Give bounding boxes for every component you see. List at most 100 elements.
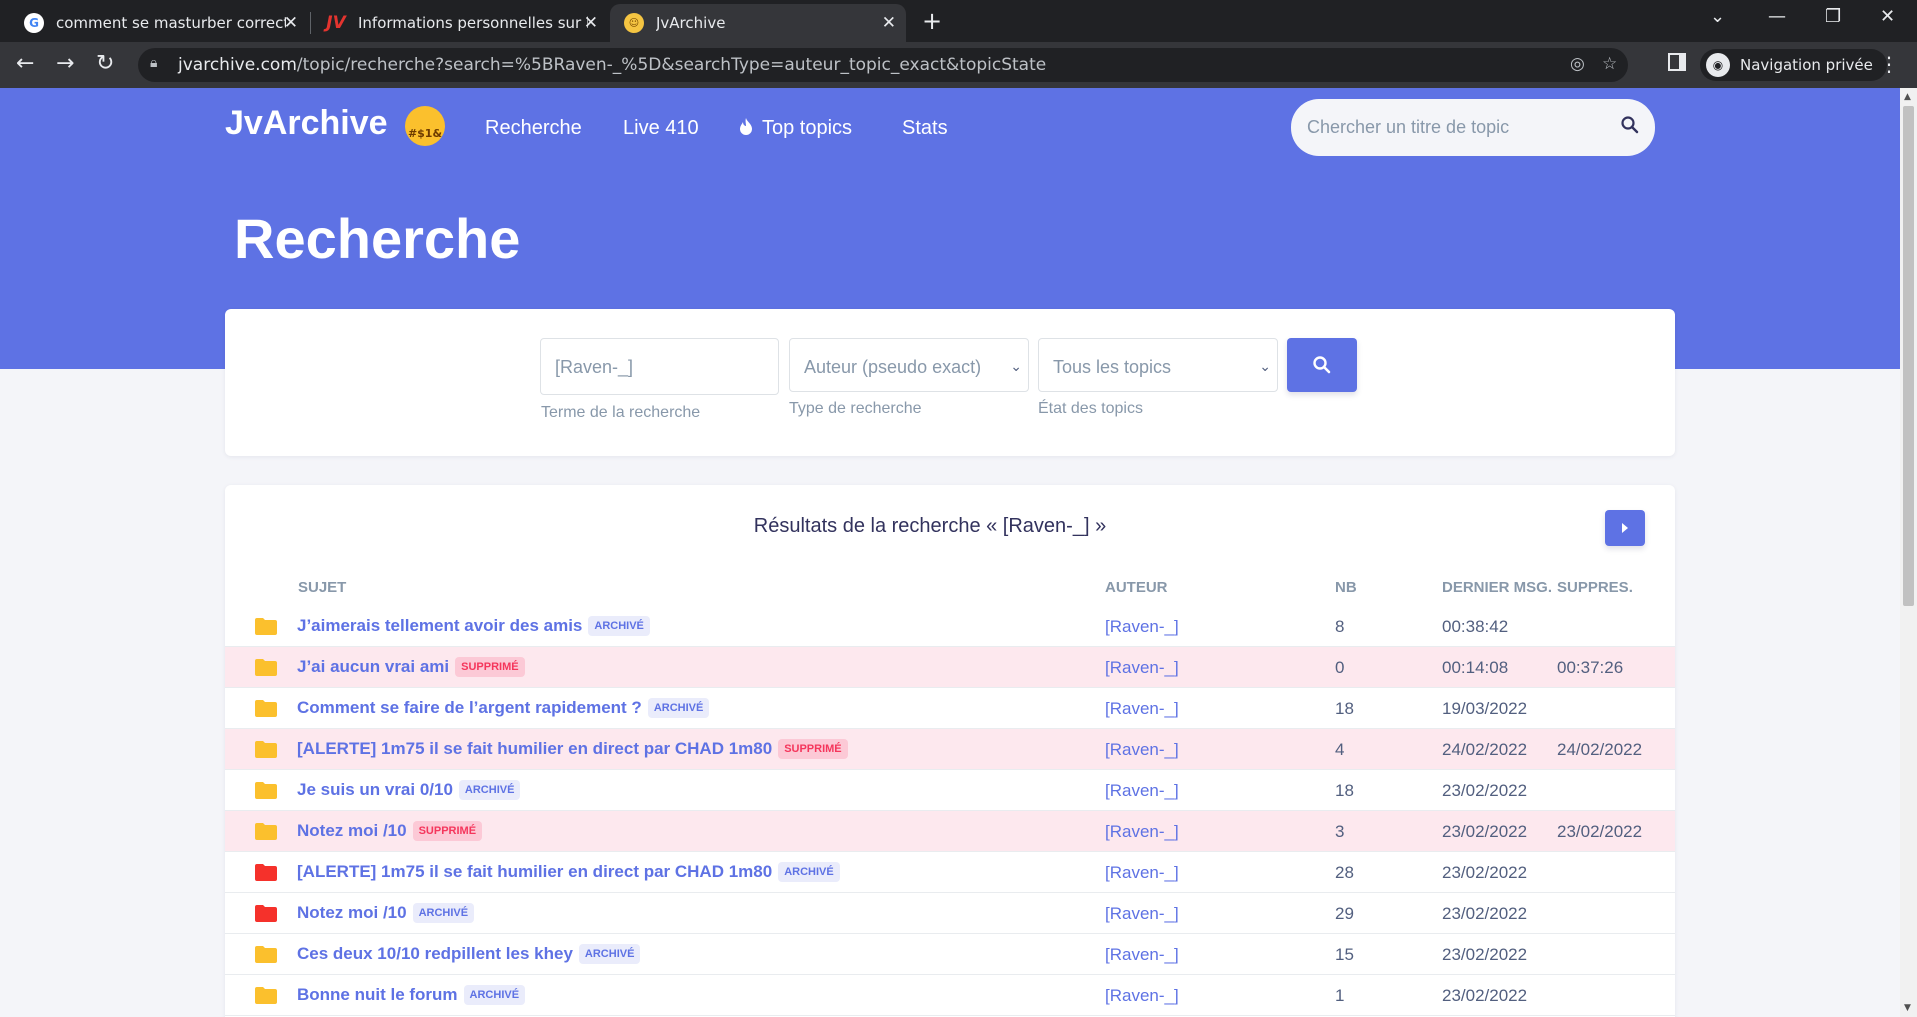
topic-title[interactable]: [ALERTE] 1m75 il se fait humilier en dir… [297,862,772,881]
author-link[interactable]: [Raven-_] [1105,863,1179,883]
author-link[interactable]: [Raven-_] [1105,740,1179,760]
url-text[interactable]: jvarchive.com/topic/recherche?search=%5B… [178,55,1046,75]
table-row[interactable]: Notez moi /10 SUPPRIMÉ [Raven-_] 3 23/02/202… [225,811,1675,852]
topic-link[interactable]: Ces deux 10/10 redpillent les khey ARCHIV… [297,944,641,964]
topic-state-select[interactable]: Tous les topics ⌄ [1038,338,1278,392]
nav-live[interactable]: Live 410 [623,117,699,140]
page-title: Recherche [234,207,521,270]
author-link[interactable]: [Raven-_] [1105,617,1179,637]
topic-title[interactable]: Notez moi /10 [297,821,407,840]
back-icon[interactable]: ← [16,51,34,76]
topic-title[interactable]: Notez moi /10 [297,903,407,922]
status-badge: ARCHIVÉ [588,616,650,636]
site-logo[interactable]: JvArchive [225,104,388,143]
flame-icon [740,118,752,135]
window-close-icon[interactable]: ✕ [1880,6,1895,27]
topic-link[interactable]: J’aimerais tellement avoir des amis ARCHI… [297,616,650,636]
lock-icon[interactable]: 🔒︎ [150,55,157,71]
tab-search-icon[interactable]: ⌄ [1710,6,1725,27]
scroll-down-icon[interactable]: ▼ [1904,1003,1911,1013]
topic-link[interactable]: Notez moi /10 SUPPRIMÉ [297,821,483,841]
author-link[interactable]: [Raven-_] [1105,822,1179,842]
header-deleted[interactable]: Suppres. [1557,579,1633,596]
reload-icon[interactable]: ↻ [96,51,114,76]
last-message-date: 19/03/2022 [1442,699,1528,718]
search-form-card: [Raven-_] Terme de la recherche Auteur (… [225,309,1675,456]
table-row[interactable]: J’aimerais tellement avoir des amis ARCHI… [225,606,1675,647]
author-link[interactable]: [Raven-_] [1105,699,1179,719]
search-term-input[interactable]: [Raven-_] [540,338,779,395]
topic-state-value: Tous les topics [1053,357,1172,377]
header-author[interactable]: Auteur [1105,579,1168,596]
topic-title[interactable]: [ALERTE] 1m75 il se fait humilier en dir… [297,739,772,758]
menu-icon[interactable]: ⋮ [1879,52,1899,76]
author-link[interactable]: [Raven-_] [1105,658,1179,678]
search-icon[interactable] [1621,116,1639,134]
topic-search-input[interactable]: Chercher un titre de topic [1291,99,1655,156]
topic-title[interactable]: Bonne nuit le forum [297,985,458,1004]
table-row[interactable]: [ALERTE] 1m75 il se fait humilier en dir… [225,729,1675,770]
message-count: 4 [1335,740,1345,759]
author-link[interactable]: [Raven-_] [1105,986,1179,1006]
table-row[interactable]: Bonne nuit le forum ARCHIVÉ [Raven-_] 1 23/0… [225,975,1675,1016]
search-type-hint: Type de recherche [789,400,922,417]
tab-title: comment se masturber correctem [56,14,286,32]
header-last-message[interactable]: Dernier msg. [1442,579,1552,596]
status-badge: ARCHIVÉ [463,985,526,1005]
caret-right-icon [1622,523,1628,533]
nav-top-topics[interactable]: Top topics [738,117,852,140]
nav-recherche[interactable]: Recherche [485,117,582,140]
table-row[interactable]: Comment se faire de l’argent rapidement … [225,688,1675,729]
search-icon [1313,356,1331,374]
tab-title: Informations personnelles sur le p [358,14,588,32]
author-link[interactable]: [Raven-_] [1105,945,1179,965]
folder-icon [255,700,277,717]
side-panel-icon[interactable] [1668,53,1686,71]
topic-link[interactable]: Comment se faire de l’argent rapidement … [297,698,710,718]
topic-link[interactable]: [ALERTE] 1m75 il se fait humilier en dir… [297,862,840,882]
topic-title[interactable]: J’aimerais tellement avoir des amis [297,616,582,635]
table-row[interactable]: Je suis un vrai 0/10 ARCHIVÉ [Raven-_] 18 23… [225,770,1675,811]
table-row[interactable]: Notez moi /10 ARCHIVÉ [Raven-_] 29 23/02/202… [225,893,1675,934]
message-count: 8 [1335,617,1345,636]
last-message-date: 23/02/2022 [1442,781,1528,800]
author-link[interactable]: [Raven-_] [1105,904,1179,924]
browser-tab[interactable]: G comment se masturber correctem ✕ [10,4,308,42]
topic-title[interactable]: Je suis un vrai 0/10 [297,780,453,799]
forward-icon[interactable]: → [56,51,74,76]
close-icon[interactable]: ✕ [284,13,298,33]
topic-title[interactable]: Comment se faire de l’argent rapidement … [297,698,642,717]
header-nb[interactable]: NB [1335,579,1357,596]
topic-link[interactable]: J’ai aucun vrai ami SUPPRIMÉ [297,657,525,677]
private-mode-badge[interactable]: ◉ Navigation privée [1700,49,1887,81]
eye-off-icon[interactable]: ◎ [1570,54,1585,74]
topic-link[interactable]: [ALERTE] 1m75 il se fait humilier en dir… [297,739,848,759]
search-button[interactable] [1287,338,1357,392]
page-scrollbar[interactable]: ▲ ▼ [1900,88,1917,1017]
topic-link[interactable]: Bonne nuit le forum ARCHIVÉ [297,985,526,1005]
address-bar[interactable]: 🔒︎ jvarchive.com/topic/recherche?search=… [138,48,1628,82]
author-link[interactable]: [Raven-_] [1105,781,1179,801]
scroll-thumb[interactable] [1903,106,1914,606]
close-icon[interactable]: ✕ [584,13,598,33]
nav-stats[interactable]: Stats [902,117,948,140]
restore-icon[interactable]: ❐ [1825,6,1841,27]
topic-link[interactable]: Je suis un vrai 0/10 ARCHIVÉ [297,780,521,800]
minimize-icon[interactable]: — [1768,6,1786,27]
topic-title[interactable]: Ces deux 10/10 redpillent les khey [297,944,573,963]
browser-tab-active[interactable]: ☺ JvArchive ✕ [610,4,906,42]
new-tab-icon[interactable]: + [922,7,942,35]
search-type-select[interactable]: Auteur (pseudo exact) ⌄ [789,338,1029,392]
next-page-button[interactable] [1605,510,1645,546]
header-subject[interactable]: Sujet [298,579,346,596]
topic-title[interactable]: J’ai aucun vrai ami [297,657,449,676]
star-icon[interactable]: ☆ [1602,54,1617,74]
topic-link[interactable]: Notez moi /10 ARCHIVÉ [297,903,475,923]
table-row[interactable]: [ALERTE] 1m75 il se fait humilier en dir… [225,852,1675,893]
browser-tab[interactable]: JV Informations personnelles sur le p ✕ [312,4,608,42]
table-row[interactable]: J’ai aucun vrai ami SUPPRIMÉ [Raven-_] 0 00:… [225,647,1675,688]
close-icon[interactable]: ✕ [882,13,896,33]
table-row[interactable]: Ces deux 10/10 redpillent les khey ARCHIV… [225,934,1675,975]
scroll-up-icon[interactable]: ▲ [1904,92,1911,102]
message-count: 28 [1335,863,1354,882]
